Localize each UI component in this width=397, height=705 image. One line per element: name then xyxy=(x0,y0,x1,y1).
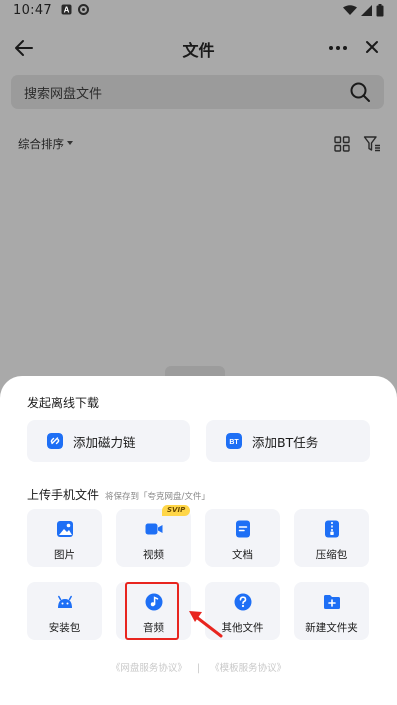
upload-image-tile[interactable]: 图片 xyxy=(27,509,102,567)
upload-title-text: 上传手机文件 xyxy=(27,488,100,502)
status-bar: 10:47 A xyxy=(0,0,397,22)
service-agreement-link[interactable]: 《网盘服务协议》 xyxy=(111,663,187,674)
svip-badge: SVIP xyxy=(162,505,191,516)
new-folder-tile[interactable]: 新建文件夹 xyxy=(294,582,369,640)
search-bar[interactable]: 搜索网盘文件 xyxy=(11,75,384,109)
grid-view-icon[interactable] xyxy=(334,136,350,152)
more-icon[interactable] xyxy=(327,36,349,60)
zip-icon xyxy=(325,520,339,538)
audio-highlight-box xyxy=(125,582,179,640)
svg-text:BT: BT xyxy=(229,439,239,446)
add-magnet-link-label: 添加磁力链 xyxy=(73,435,136,450)
wifi-icon xyxy=(343,5,357,15)
magnet-link-icon xyxy=(47,433,63,449)
battery-icon xyxy=(376,4,384,17)
video-icon xyxy=(145,523,163,535)
upload-video-tile[interactable]: 视频 xyxy=(116,509,191,567)
add-magnet-link-button[interactable]: 添加磁力链 xyxy=(27,420,190,462)
add-bt-task-label: 添加BT任务 xyxy=(252,435,319,450)
search-icon[interactable] xyxy=(349,81,371,103)
image-icon xyxy=(57,521,73,537)
notification-a-icon: A xyxy=(61,4,72,15)
new-folder-label: 新建文件夹 xyxy=(305,622,358,634)
add-bt-task-button[interactable]: BT 添加BT任务 xyxy=(206,420,370,462)
svg-text:A: A xyxy=(64,6,70,15)
notification-gear-icon xyxy=(78,4,89,15)
bt-task-icon: BT xyxy=(226,433,242,449)
upload-apk-tile[interactable]: 安装包 xyxy=(27,582,102,640)
footer-links: 《网盘服务协议》 | 《模板服务协议》 xyxy=(0,660,397,674)
document-icon xyxy=(236,520,250,538)
upload-document-label: 文档 xyxy=(232,549,253,561)
offline-download-title: 发起离线下载 xyxy=(27,396,100,410)
upload-document-tile[interactable]: 文档 xyxy=(205,509,280,567)
upload-subtitle: 将保存到「夸克网盘/文件」 xyxy=(105,492,210,502)
upload-zip-label: 压缩包 xyxy=(315,549,348,561)
signal-icon xyxy=(361,5,372,16)
sort-bar: 综合排序 xyxy=(0,130,397,156)
search-input[interactable]: 搜索网盘文件 xyxy=(24,83,102,102)
template-agreement-link[interactable]: 《模板服务协议》 xyxy=(210,663,286,674)
upload-video-label: 视频 xyxy=(143,549,164,561)
status-time: 10:47 xyxy=(13,3,52,18)
footer-separator: | xyxy=(196,663,201,674)
chevron-down-icon[interactable] xyxy=(67,141,73,145)
question-icon xyxy=(234,593,252,611)
red-arrow-icon xyxy=(189,611,223,638)
new-folder-icon xyxy=(324,595,340,609)
sort-dropdown[interactable]: 综合排序 xyxy=(18,136,64,152)
filter-icon[interactable] xyxy=(363,135,381,153)
upload-zip-tile[interactable]: 压缩包 xyxy=(294,509,369,567)
upload-apk-label: 安装包 xyxy=(48,622,81,634)
android-icon xyxy=(58,595,72,608)
upload-image-label: 图片 xyxy=(54,549,75,561)
upload-title: 上传手机文件 将保存到「夸克网盘/文件」 xyxy=(27,486,210,503)
top-bar: 文件 xyxy=(0,28,397,68)
close-icon[interactable] xyxy=(362,37,382,57)
